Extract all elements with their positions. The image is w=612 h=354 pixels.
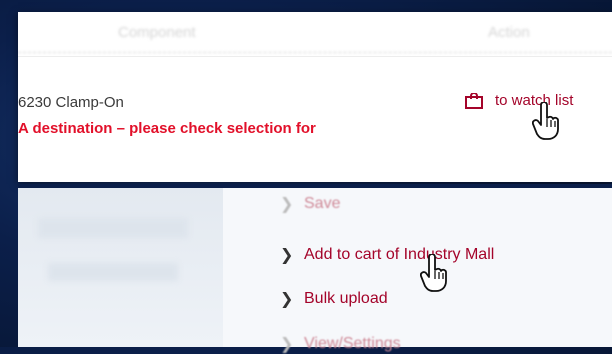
menu-item-label: Save [304,195,341,212]
sidebar-block [38,218,188,238]
product-panel: Component Action 6230 Clamp-On A destina… [18,12,612,182]
menu-item-add-to-cart[interactable]: ❯ Add to cart of Industry Mall [280,245,494,265]
destination-warning: A destination – please check selection f… [18,120,316,137]
sidebar-block [48,263,178,281]
menu-item-label: View/Settings [304,335,401,352]
menu-item-label: Add to cart of Industry Mall [304,246,495,263]
hand-pointer-icon [420,254,447,292]
menu-item-bulk-upload[interactable]: ❯ Bulk upload [280,289,388,309]
menu-item-view-settings[interactable]: ❯ View/Settings [280,334,401,354]
column-header-action: Action [488,24,530,41]
shopping-bag-icon [465,92,483,109]
actions-panel: ❯ Save ❯ Add to cart of Industry Mall ❯ … [18,188,612,353]
chevron-right-icon: ❯ [280,247,294,264]
menu-item-save[interactable]: ❯ Save [280,194,340,214]
chevron-right-icon: ❯ [280,291,294,308]
row-divider [18,56,612,57]
chevron-right-icon: ❯ [280,196,294,213]
menu-item-label: Bulk upload [304,290,388,307]
product-name: 6230 Clamp-On [18,94,124,111]
hand-pointer-icon [532,102,559,140]
sidebar [18,188,223,347]
chevron-right-icon: ❯ [280,336,294,353]
column-header-product: Component [118,24,196,41]
table-header: Component Action [18,12,612,53]
